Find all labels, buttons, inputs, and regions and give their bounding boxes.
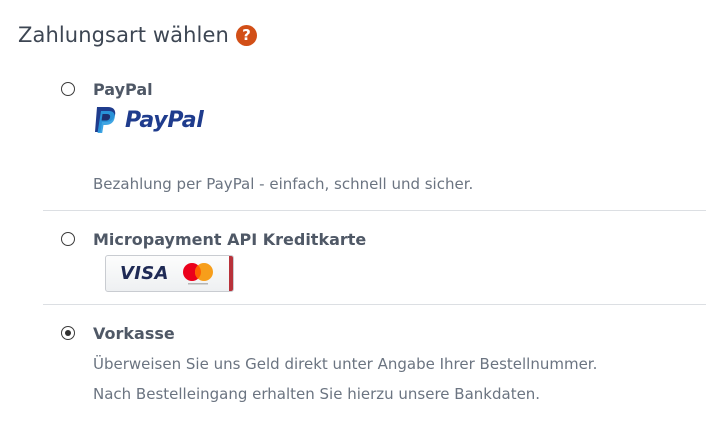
- option-label-paypal: PayPal: [93, 80, 153, 99]
- paypal-logo-icon: PayPal: [93, 106, 204, 134]
- option-description-line-2: Nach Bestelleingang erhalten Sie hierzu …: [93, 385, 541, 403]
- page-title: Zahlungsart wählen: [18, 23, 229, 47]
- payment-option-paypal[interactable]: PayPal PayPal Bezahlung per PayPal - ein…: [61, 80, 706, 200]
- option-description-line-1: Überweisen Sie uns Geld direkt unter Ang…: [93, 355, 598, 373]
- mastercard-icon: [182, 262, 213, 284]
- payment-option-creditcard[interactable]: Micropayment API Kreditkarte VISA: [61, 230, 706, 296]
- payment-method-heading: Zahlungsart wählen ?: [18, 21, 257, 49]
- visa-logo-text: VISA: [120, 263, 169, 284]
- divider: [43, 210, 706, 211]
- option-label-creditcard: Micropayment API Kreditkarte: [93, 230, 367, 249]
- option-label-prepayment: Vorkasse: [93, 324, 175, 343]
- card-accent-bar: [229, 256, 233, 291]
- visa-mastercard-logo-icon: VISA: [105, 255, 234, 292]
- payment-option-prepayment[interactable]: Vorkasse Überweisen Sie uns Geld direkt …: [61, 324, 706, 409]
- radio-prepayment[interactable]: [61, 326, 75, 340]
- divider: [43, 304, 706, 305]
- radio-paypal[interactable]: [61, 82, 75, 96]
- paypal-p-mark-icon: [95, 107, 116, 133]
- radio-creditcard[interactable]: [61, 232, 75, 246]
- paypal-logo-text: PayPal: [125, 107, 204, 133]
- option-description-paypal: Bezahlung per PayPal - einfach, schnell …: [93, 175, 474, 193]
- help-icon[interactable]: ?: [235, 24, 257, 46]
